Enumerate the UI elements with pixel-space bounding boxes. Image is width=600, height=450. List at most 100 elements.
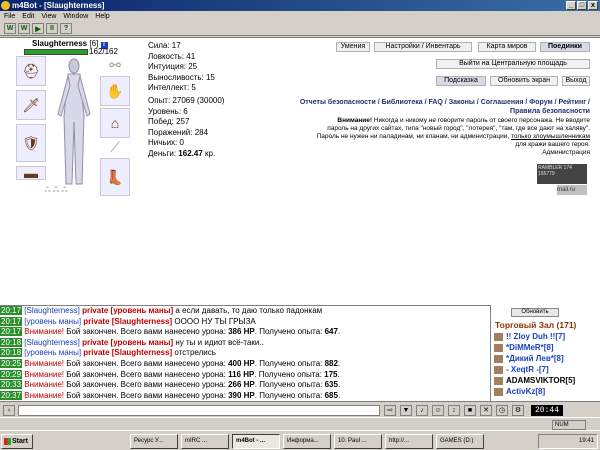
warning-line-2: пароль на других сайтах, типа "новый гор… (327, 125, 590, 132)
chat-segment: . (337, 369, 340, 379)
user-list-item[interactable]: - XeqtR -[7] (494, 365, 549, 374)
skills-button[interactable]: Умения (336, 42, 370, 52)
belt-icon[interactable]: ▬ (16, 165, 46, 181)
chat-timestamp[interactable]: 20:33 (0, 380, 23, 390)
mailru-counter[interactable]: mail.ru (557, 185, 587, 195)
info-links: Отчеты безопасности / Библиотека / FAQ /… (292, 98, 590, 116)
chat-input[interactable] (18, 405, 380, 416)
menu-view[interactable]: View (41, 11, 56, 22)
pause-button[interactable]: II (46, 23, 58, 34)
menu-file[interactable]: File (4, 11, 15, 22)
clear-icon[interactable]: ✕ (480, 405, 492, 416)
maximize-button[interactable]: □ (577, 1, 587, 10)
user-icon (494, 387, 503, 396)
toolbar-w2-button[interactable]: W (18, 23, 30, 34)
hint-button[interactable]: Подсказка (436, 76, 486, 86)
chat-line: 20:29 Внимание! Бой закончен. Всего вами… (0, 369, 490, 381)
exit-square-button[interactable]: Выйти на Центральную площадь (436, 59, 590, 69)
user-name[interactable]: *DiMMeR*[8] (506, 343, 554, 352)
smiley-icon[interactable]: ☺ (432, 405, 444, 416)
user-list-item[interactable]: ActivKz[8] (494, 387, 545, 396)
chat-timestamp[interactable]: 20:17 (0, 327, 23, 337)
chat-clear-button[interactable]: ‹ (3, 405, 15, 416)
chat-segment[interactable]: [Slaughterness] (24, 306, 80, 315)
status-bar: NUM (0, 417, 600, 430)
help-button[interactable]: ? (60, 23, 72, 34)
helmet-icon[interactable]: ⛑ (16, 56, 46, 86)
menu-edit[interactable]: Edit (22, 11, 34, 22)
start-button[interactable]: Start (1, 434, 33, 449)
chat-log[interactable]: 20:17 [Slaughterness] private [уровень м… (0, 305, 490, 401)
user-list-item[interactable]: *DiMMeR*[8] (494, 343, 554, 352)
character-name-text[interactable]: Slaughterness (32, 39, 87, 48)
scroll-icon[interactable]: ↕ (448, 405, 460, 416)
boots-icon[interactable]: 👢 (100, 158, 130, 196)
money-label: Деньги: (148, 148, 177, 158)
user-name[interactable]: !! Zloy Duh !![7] (506, 332, 565, 341)
world-map-button[interactable]: Карта миров (478, 42, 536, 52)
user-list-item[interactable]: !! Zloy Duh !![7] (494, 332, 565, 341)
rambler-counter[interactable]: RAMBLER 174 165779 (537, 164, 587, 184)
quit-button[interactable]: Выход (562, 76, 590, 86)
taskbar-task[interactable]: mIRC ... (181, 434, 229, 449)
chat-segment: private [Slaughterness] (81, 316, 173, 326)
chat-segment: 685 (324, 390, 338, 400)
links-line-2[interactable]: Правила безопасности (292, 107, 590, 116)
chat-timestamp[interactable]: 20:18 (0, 337, 23, 347)
armor-icon[interactable]: 🛡 (16, 124, 46, 162)
user-list-item[interactable]: *Дикий Лев*[8] (494, 354, 564, 363)
close-button[interactable]: x (588, 1, 598, 10)
user-name[interactable]: *Дикий Лев*[8] (506, 354, 564, 363)
window-titlebar[interactable]: m4Bot - [Slaughterness] _ □ x (0, 0, 600, 11)
filter-icon[interactable]: ▼ (400, 405, 412, 416)
send-icon[interactable]: ⇨ (384, 405, 396, 416)
warning-link[interactable]: только злоумышленникам (511, 133, 590, 140)
refresh-list-button[interactable]: Обновить (511, 308, 559, 317)
links-line-1[interactable]: Отчеты безопасности / Библиотека / FAQ /… (292, 98, 590, 107)
chat-timestamp[interactable]: 20:17 (0, 316, 23, 326)
stop-icon[interactable]: ■ (464, 405, 476, 416)
chat-segment: Бой закончен. Всего вами нанесено урона: (64, 358, 229, 368)
chat-segment[interactable]: [уровень маны] (24, 348, 81, 357)
chat-segment[interactable]: [Slaughterness] (24, 338, 80, 347)
gloves-icon[interactable]: ✋ (100, 76, 130, 106)
chat-segment: . (337, 327, 341, 337)
chat-settings-icon[interactable]: ⚙ (512, 405, 524, 416)
user-name[interactable]: - XeqtR -[7] (506, 365, 549, 374)
chat-segment: Внимание! (24, 358, 64, 368)
chat-segment: 390 HP (228, 390, 255, 400)
game-clock: 20:44 (531, 405, 563, 416)
settings-inventory-button[interactable]: Настройки / Инвентарь (374, 42, 472, 52)
user-list-item[interactable]: ADAMSVIKTOR[5] (494, 376, 575, 385)
user-name[interactable]: ActivKz[8] (506, 387, 545, 396)
chat-segment: private [уровень маны] (79, 337, 174, 347)
taskbar-task[interactable]: 10. Paul ... (334, 434, 382, 449)
play-button[interactable]: ▶ (32, 23, 44, 34)
minimize-button[interactable]: _ (566, 1, 576, 10)
chat-timestamp[interactable]: 20:29 (0, 369, 23, 379)
clock-icon[interactable]: ◷ (496, 405, 508, 416)
taskbar-task[interactable]: m4Bot - ... (232, 434, 280, 449)
refresh-screen-button[interactable]: Обновить экран (490, 76, 558, 86)
taskbar-task[interactable]: http://... (385, 434, 433, 449)
fights-button[interactable]: Поединки (540, 42, 590, 52)
user-name[interactable]: ADAMSVIKTOR[5] (506, 376, 575, 385)
user-icon (494, 365, 503, 374)
menu-help[interactable]: Help (95, 11, 109, 22)
menu-window[interactable]: Window (63, 11, 88, 22)
taskbar-task[interactable]: Информа... (283, 434, 331, 449)
bracers-icon[interactable]: ⌂ (100, 108, 130, 138)
weapon-icon[interactable]: 🗡 (16, 90, 46, 120)
taskbar-task[interactable]: Ресурс У... (130, 434, 178, 449)
chat-segment[interactable]: [уровень маны] (24, 317, 81, 326)
chat-timestamp[interactable]: 20:37 (0, 390, 23, 400)
chat-segment: 175 (324, 369, 338, 379)
app-icon (1, 1, 10, 10)
sound-icon[interactable]: ♪ (416, 405, 428, 416)
chat-timestamp[interactable]: 20:25 (0, 358, 23, 368)
chat-timestamp[interactable]: 20:18 (0, 348, 23, 358)
chat-segment: 882 (324, 358, 338, 368)
taskbar-task[interactable]: GAMES (D:) (436, 434, 484, 449)
chat-timestamp[interactable]: 20:17 (0, 306, 23, 315)
toolbar-w1-button[interactable]: W (4, 23, 16, 34)
